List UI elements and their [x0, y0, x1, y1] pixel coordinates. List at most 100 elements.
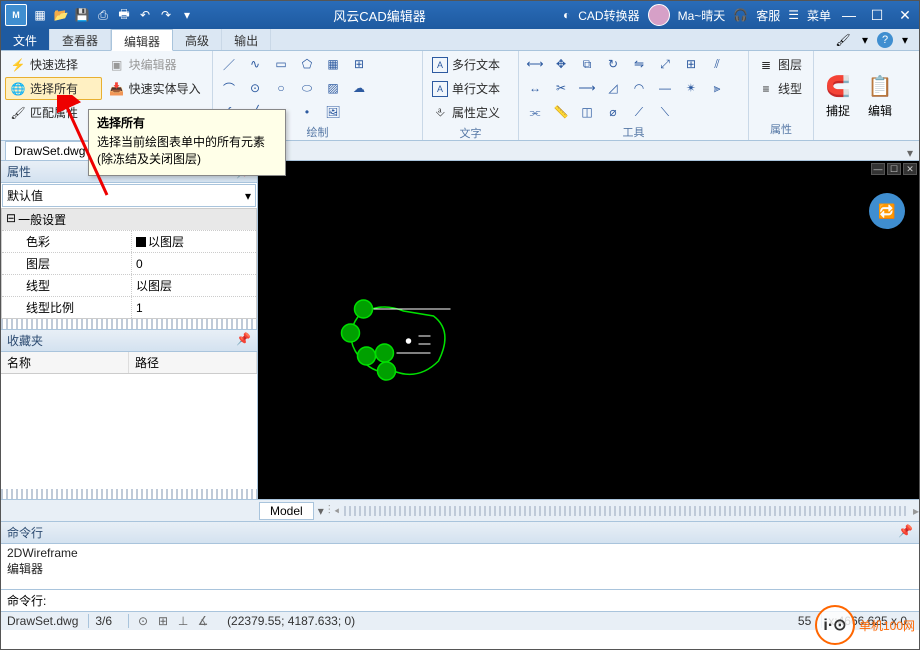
- linetype-button[interactable]: ≡线型: [753, 77, 807, 100]
- canvas-min-icon[interactable]: —: [871, 163, 885, 175]
- close-button[interactable]: ✕: [895, 6, 915, 24]
- style-dropdown-icon[interactable]: ▾: [855, 31, 875, 49]
- tab-file[interactable]: 文件: [1, 29, 50, 50]
- mirror-icon[interactable]: ⇋: [627, 53, 651, 75]
- join-icon[interactable]: ⫘: [523, 101, 547, 123]
- arc-icon[interactable]: ⌒: [217, 77, 241, 99]
- command-input[interactable]: 命令行:: [1, 590, 919, 612]
- drawing-canvas[interactable]: — ☐ ✕ 🔁: [258, 161, 919, 499]
- copy-icon[interactable]: ⧉: [575, 53, 599, 75]
- splitter-dots[interactable]: [1, 489, 257, 499]
- circle-icon[interactable]: ○: [269, 77, 293, 99]
- converter-icon[interactable]: ◐: [563, 8, 570, 22]
- style-icon[interactable]: 🖌: [833, 31, 853, 49]
- align-icon[interactable]: ⫸: [705, 77, 729, 99]
- splitter-dots[interactable]: [1, 319, 257, 329]
- insert-icon[interactable]: ⊞: [347, 53, 371, 75]
- stretch-icon[interactable]: ↔: [523, 77, 547, 99]
- move-icon[interactable]: ✥: [549, 53, 573, 75]
- break-icon[interactable]: —: [653, 77, 677, 99]
- hatch-icon[interactable]: ▨: [321, 77, 345, 99]
- line-icon[interactable]: ／: [217, 53, 241, 75]
- save-icon[interactable]: 💾: [73, 6, 91, 24]
- qat-dropdown-icon[interactable]: ▾: [178, 6, 196, 24]
- prop-linetype[interactable]: 线型以图层: [2, 274, 256, 296]
- menu-icon[interactable]: ☰: [788, 8, 799, 22]
- doc-tabs-overflow-icon[interactable]: ▾: [901, 146, 919, 160]
- box-icon[interactable]: ▦: [321, 53, 345, 75]
- dim-linear-icon[interactable]: ⟷: [523, 53, 547, 75]
- attr-def-button[interactable]: ⎀属性定义: [427, 101, 505, 124]
- username[interactable]: Ma~晴天: [678, 7, 726, 24]
- app-icon[interactable]: M: [5, 4, 27, 26]
- extend-icon[interactable]: ⟶: [575, 77, 599, 99]
- open-icon[interactable]: 📂: [52, 6, 70, 24]
- ortho-toggle-icon[interactable]: ⊥: [175, 614, 191, 628]
- polyline-icon[interactable]: ∿: [243, 53, 267, 75]
- tab-overflow-icon[interactable]: ▾: [314, 504, 328, 518]
- prop-ltscale[interactable]: 线型比例1: [2, 296, 256, 318]
- t6-icon[interactable]: ⟍: [653, 101, 677, 123]
- tab-viewer[interactable]: 查看器: [50, 29, 111, 50]
- converter-link[interactable]: CAD转换器: [578, 7, 639, 24]
- pin-icon[interactable]: 📌: [236, 332, 251, 349]
- menu-link[interactable]: 菜单: [807, 7, 831, 24]
- scale-icon[interactable]: ⤢: [653, 53, 677, 75]
- measure-icon[interactable]: 📏: [549, 101, 573, 123]
- t3-icon[interactable]: ◫: [575, 101, 599, 123]
- polygon-icon[interactable]: ⬠: [295, 53, 319, 75]
- cloud-icon[interactable]: ☁: [347, 77, 371, 99]
- model-tab[interactable]: Model: [259, 502, 314, 520]
- nav-cube[interactable]: 🔁: [869, 193, 905, 229]
- snode-icon[interactable]: ⊙: [243, 77, 267, 99]
- quick-entity-import-button[interactable]: 📥快速实体导入: [104, 77, 208, 100]
- col-path[interactable]: 路径: [129, 352, 257, 373]
- snap-button[interactable]: 🧲 捕捉: [818, 53, 858, 138]
- user-avatar[interactable]: [648, 4, 670, 26]
- fillet-icon[interactable]: ◠: [627, 77, 651, 99]
- ellipse-icon[interactable]: ⬭: [295, 77, 319, 99]
- rect-icon[interactable]: ▭: [269, 53, 293, 75]
- layers-button[interactable]: ≣图层: [753, 53, 807, 76]
- properties-default-dropdown[interactable]: 默认值▾: [2, 184, 256, 207]
- trim-icon[interactable]: ✂: [549, 77, 573, 99]
- scroll-track[interactable]: [344, 506, 909, 516]
- quick-select-button[interactable]: ⚡快速选择: [5, 53, 102, 76]
- support-link[interactable]: 客服: [756, 7, 780, 24]
- section-general[interactable]: ⊟一般设置: [2, 209, 256, 230]
- multiline-text-button[interactable]: A多行文本: [427, 53, 505, 76]
- tab-output[interactable]: 输出: [222, 29, 271, 50]
- point-icon[interactable]: •: [295, 101, 319, 123]
- help-icon[interactable]: ?: [877, 32, 893, 48]
- polar-toggle-icon[interactable]: ∡: [195, 614, 211, 628]
- maximize-button[interactable]: ☐: [867, 6, 887, 24]
- help-dropdown-icon[interactable]: ▾: [895, 31, 915, 49]
- print-icon[interactable]: 🖶: [115, 6, 133, 24]
- support-icon[interactable]: 🎧: [733, 8, 748, 22]
- col-name[interactable]: 名称: [1, 352, 129, 373]
- t5-icon[interactable]: ⟋: [627, 101, 651, 123]
- explode-icon[interactable]: ✴: [679, 77, 703, 99]
- offset-icon[interactable]: ⫽: [705, 53, 729, 75]
- edit-button[interactable]: 📋 编辑: [860, 53, 900, 138]
- rotate-icon[interactable]: ↻: [601, 53, 625, 75]
- undo-icon[interactable]: ↶: [136, 6, 154, 24]
- redo-icon[interactable]: ↷: [157, 6, 175, 24]
- select-all-button[interactable]: 🌐选择所有: [5, 77, 102, 100]
- chamfer-icon[interactable]: ◿: [601, 77, 625, 99]
- image-icon[interactable]: 🖼: [321, 101, 345, 123]
- canvas-close-icon[interactable]: ✕: [903, 163, 917, 175]
- command-history[interactable]: 2DWireframe 编辑器: [1, 544, 919, 590]
- grid-toggle-icon[interactable]: ⊞: [155, 614, 171, 628]
- single-text-button[interactable]: A单行文本: [427, 77, 505, 100]
- t4-icon[interactable]: ⌀: [601, 101, 625, 123]
- tab-editor[interactable]: 编辑器: [111, 29, 173, 51]
- minimize-button[interactable]: —: [839, 6, 859, 24]
- saveas-icon[interactable]: ⎙: [94, 6, 112, 24]
- prop-layer[interactable]: 图层0: [2, 252, 256, 274]
- array-icon[interactable]: ⊞: [679, 53, 703, 75]
- pin-icon[interactable]: 📌: [898, 524, 913, 541]
- collapse-icon[interactable]: ⊟: [6, 211, 16, 228]
- prop-color[interactable]: 色彩以图层: [2, 230, 256, 252]
- canvas-max-icon[interactable]: ☐: [887, 163, 901, 175]
